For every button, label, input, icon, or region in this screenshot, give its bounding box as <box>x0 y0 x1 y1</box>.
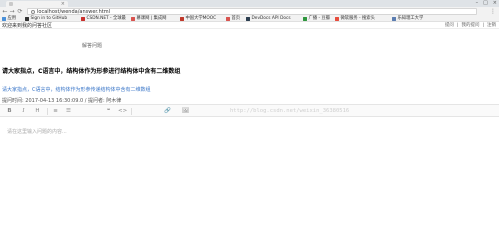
back-icon[interactable]: ← <box>2 8 8 15</box>
heading-icon[interactable]: H <box>34 107 41 116</box>
code-icon[interactable]: <> <box>118 107 127 116</box>
minimize-icon[interactable]: – <box>476 0 479 6</box>
mooc-icon <box>180 17 184 21</box>
bookmark-microsoft[interactable]: 微软服务 - 搜索头 <box>335 16 375 22</box>
page-info-icon[interactable] <box>31 10 35 14</box>
browser-tab-strip: × – □ × <box>0 0 499 7</box>
editor-placeholder: 请在这里输入问题的内容... <box>7 129 67 135</box>
editor-toolbar: B I H ≡ ☰ ❝ <> 🔗 🖼 http://blog.csdn.net/… <box>0 104 499 117</box>
university-icon <box>392 17 396 21</box>
imooc-icon <box>131 17 135 21</box>
unordered-list-icon[interactable]: ≡ <box>52 107 59 116</box>
divider: | <box>482 23 484 28</box>
bookmark-devdocs[interactable]: DevDocs API Docs <box>246 16 291 22</box>
forward-icon[interactable]: → <box>9 8 15 15</box>
welcome-text: 欢迎来到我的问答社区 <box>2 23 53 29</box>
answer-editor[interactable]: 请在这里输入问题的内容... <box>0 117 499 217</box>
ordered-list-icon[interactable]: ☰ <box>65 107 72 116</box>
bookmark-home[interactable]: 首页 <box>226 16 240 22</box>
douban-icon <box>303 17 307 21</box>
question-body: 请大家指点，C语言中，结构体作为形参传递结构体中含有二维数组 <box>2 87 151 93</box>
window-controls: – □ × <box>476 0 497 6</box>
italic-icon[interactable]: I <box>20 107 27 116</box>
bold-icon[interactable]: B <box>6 107 13 116</box>
page-title: 解答问题 <box>82 43 103 49</box>
bookmark-csdn[interactable]: CSDN.NET - 全球最 <box>81 16 126 22</box>
toolbar-divider <box>47 108 48 115</box>
csdn-icon <box>81 17 85 21</box>
bookmark-github[interactable]: Sign in to GitHub <box>25 16 67 22</box>
my-questions-link[interactable]: 我的提问 <box>461 23 479 29</box>
bookmark-apps[interactable]: 应用 <box>2 16 16 22</box>
browser-navbar: ← → ⟳ localhost/wenda/answer.html ⋮ <box>0 7 499 16</box>
microsoft-icon <box>335 17 339 21</box>
bookmark-imooc[interactable]: 慕课网 | 集成网 <box>131 16 166 22</box>
quote-icon[interactable]: ❝ <box>105 107 112 116</box>
apps-icon <box>2 17 6 21</box>
browser-menu-icon[interactable]: ⋮ <box>490 8 496 15</box>
logout-link[interactable]: 注销 <box>487 23 496 29</box>
github-icon <box>25 17 29 21</box>
question-title: 请大家指点，C语言中，结构体作为形参进行结构体中含有二维数组 <box>2 68 181 75</box>
bookmark-mooc[interactable]: 中国大学MOOC <box>180 16 216 22</box>
address-bar[interactable]: localhost/wenda/answer.html <box>27 8 477 15</box>
maximize-icon[interactable]: □ <box>483 0 488 6</box>
bookmark-university[interactable]: 乐知理工大学 <box>392 16 423 22</box>
close-window-icon[interactable]: × <box>493 0 497 6</box>
toolbar-divider <box>131 108 132 115</box>
ask-question-link[interactable]: 提问 <box>445 23 454 29</box>
home-icon <box>226 17 230 21</box>
image-icon[interactable]: 🖼 <box>182 107 189 116</box>
devdocs-icon <box>246 17 250 21</box>
divider: | <box>456 23 459 28</box>
bookmarks-bar: 应用 Sign in to GitHub CSDN.NET - 全球最 慕课网 … <box>0 16 499 22</box>
url-text[interactable]: localhost/wenda/answer.html <box>37 9 110 15</box>
question-meta: 提问时间: 2017-04-13 16:30:09.0 / 提问者: 阿木律 <box>2 98 122 104</box>
bookmark-douban[interactable]: 广播 - 豆瓣 <box>303 16 330 22</box>
site-header: 欢迎来到我的问答社区 提问 | 我的提问 | 注销 <box>0 23 499 29</box>
page-favicon-icon <box>9 2 13 6</box>
link-icon[interactable]: 🔗 <box>164 107 171 116</box>
watermark-text: http://blog.csdn.net/weixin_36380516 <box>230 108 350 114</box>
header-links: 提问 | 我的提问 | 注销 <box>445 23 496 29</box>
reload-icon[interactable]: ⟳ <box>17 8 23 15</box>
